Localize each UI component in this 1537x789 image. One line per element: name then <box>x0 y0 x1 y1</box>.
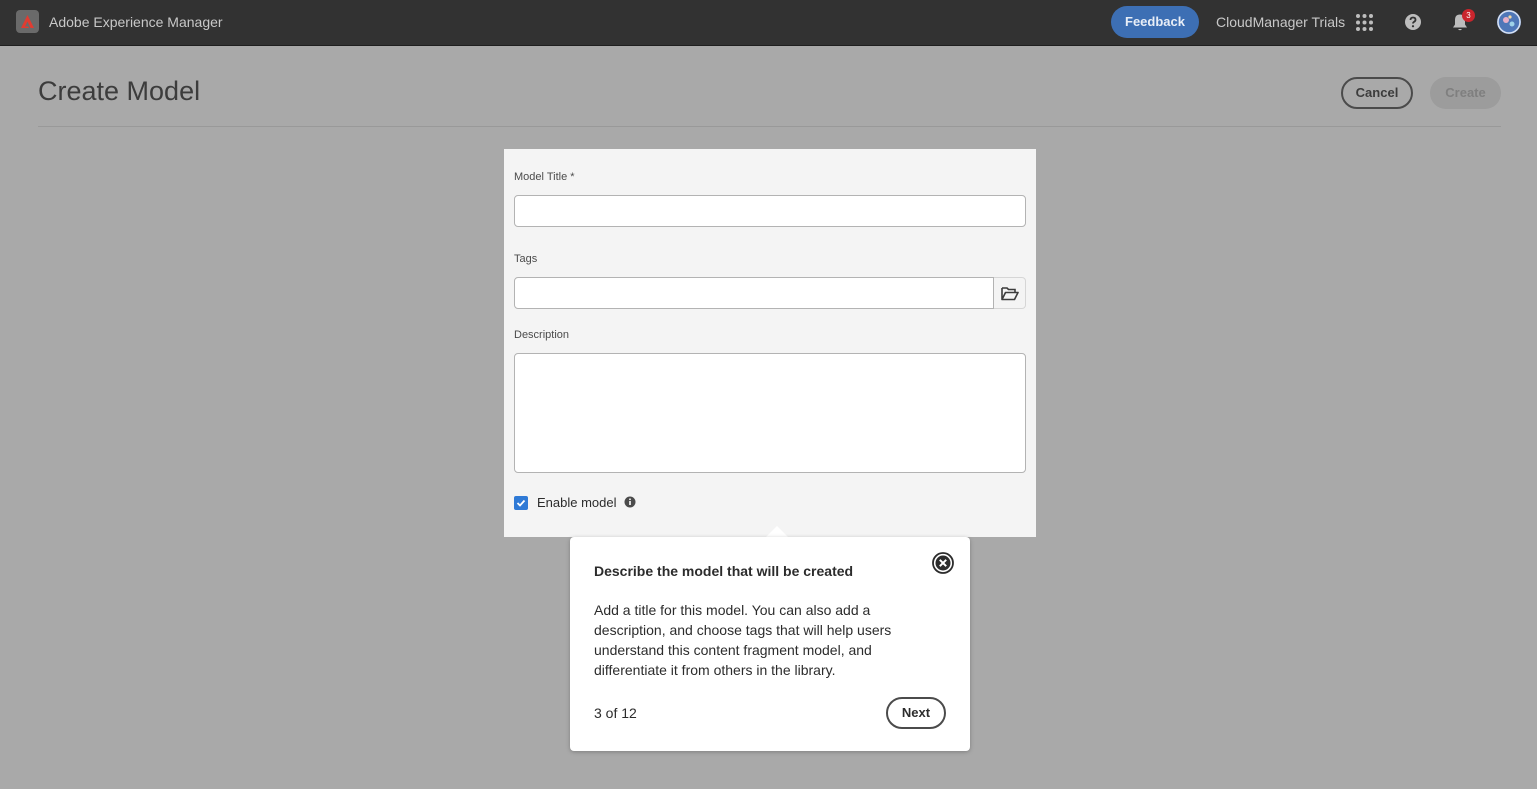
model-title-label: Model Title * <box>514 171 575 183</box>
app-name[interactable]: Adobe Experience Manager <box>49 14 223 30</box>
shell-bar: Adobe Experience Manager Feedback CloudM… <box>0 0 1537 46</box>
tags-input[interactable] <box>514 277 994 309</box>
apps-grid-icon[interactable] <box>1356 14 1373 31</box>
folder-open-icon <box>1001 287 1019 301</box>
coachmark-title: Describe the model that will be created <box>594 563 854 579</box>
enable-model-checkbox[interactable] <box>514 496 528 510</box>
create-button[interactable]: Create <box>1430 77 1501 109</box>
enable-model-label[interactable]: Enable model <box>537 495 617 510</box>
tags-label: Tags <box>514 253 538 265</box>
coachmark-popover: Describe the model that will be created … <box>570 537 970 751</box>
checkmark-icon <box>516 499 526 507</box>
description-textarea[interactable] <box>514 353 1026 473</box>
create-model-form: Model Title * Tags Description Enable mo… <box>504 149 1036 537</box>
adobe-logo-icon[interactable] <box>16 10 39 33</box>
org-switcher[interactable]: CloudManager Trials <box>1216 14 1345 30</box>
notification-badge: 3 <box>1462 9 1475 22</box>
page-title: Create Model <box>38 76 201 106</box>
model-title-input[interactable] <box>514 195 1026 227</box>
tags-browse-button[interactable] <box>994 277 1026 309</box>
cancel-button[interactable]: Cancel <box>1341 77 1413 109</box>
avatar[interactable] <box>1497 10 1521 34</box>
description-label: Description <box>514 329 570 341</box>
coachmark-step: 3 of 12 <box>594 705 637 721</box>
close-icon[interactable] <box>932 552 954 574</box>
info-icon[interactable] <box>624 496 636 508</box>
help-icon[interactable] <box>1404 13 1422 31</box>
coachmark-body: Add a title for this model. You can also… <box>594 602 892 678</box>
feedback-button[interactable]: Feedback <box>1111 6 1199 38</box>
next-button[interactable]: Next <box>886 697 946 729</box>
header-divider <box>38 126 1501 127</box>
